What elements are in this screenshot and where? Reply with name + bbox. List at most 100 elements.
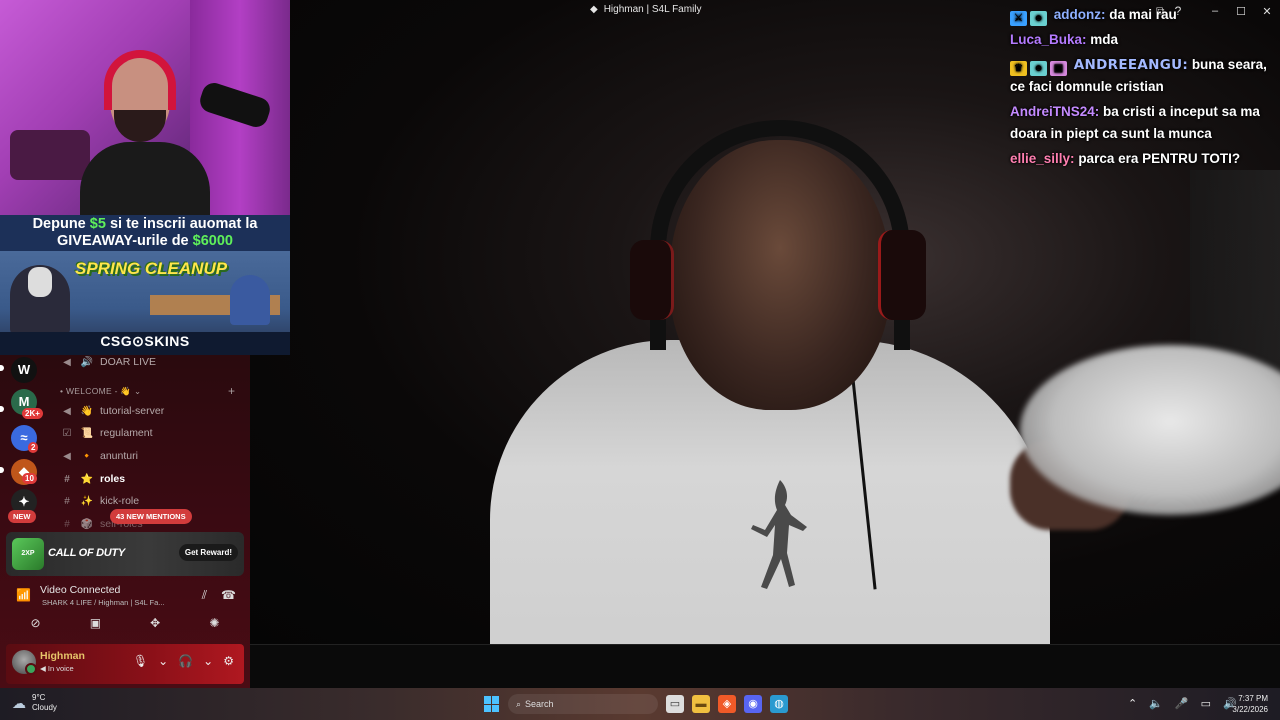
chat-text: da mai rau bbox=[1109, 7, 1177, 22]
avatar[interactable] bbox=[12, 650, 37, 675]
chat-message: ⚔ ☻ addonz: da mai rau bbox=[1010, 4, 1278, 26]
discord-sidebar: W M 2K+ ≈ 2 ◆ 10 ✦ NEW ◀ 🔊 DOAR LIVE • W… bbox=[0, 355, 250, 688]
taskbar: ☁ 9°C Cloudy ⌕ Search ▭ ▬ ◈ ◉ ◍ ⌃ 🔈 🎤 ▭ … bbox=[0, 688, 1280, 720]
gift-icon: ▣ bbox=[1050, 61, 1067, 76]
new-pill[interactable]: NEW bbox=[8, 510, 36, 523]
speaker-icon: 🔊 bbox=[80, 356, 94, 368]
voice-actions: ⊘ ▣ ✥ ✺ bbox=[6, 616, 244, 630]
activities-icon[interactable]: ✥ bbox=[150, 616, 160, 630]
brand-logo: CSG⊙SKINS bbox=[100, 333, 190, 349]
jumpman-logo bbox=[751, 480, 807, 589]
webcam-sofa bbox=[10, 130, 90, 180]
category-welcome[interactable]: • WELCOME - 👋 ⌄ bbox=[60, 386, 141, 397]
discord-icon[interactable]: ◉ bbox=[744, 695, 762, 713]
promo-card[interactable]: 2XP CALL OF DUTY Get Reward! bbox=[6, 532, 244, 576]
user-panel: Highman ◀ In voice 🎙 ⌄ 🎧 ⌄ ⚙ bbox=[6, 644, 244, 684]
chevron-down-icon[interactable]: ⌄ bbox=[203, 654, 213, 668]
chat-username[interactable]: ellie_silly: bbox=[1010, 151, 1075, 166]
chat-username[interactable]: ANDREEANGU: bbox=[1074, 57, 1188, 73]
globe-icon[interactable]: ◍ bbox=[770, 695, 788, 713]
task-view-icon[interactable]: ▭ bbox=[666, 695, 684, 713]
headphones-icon[interactable]: 🎧 bbox=[178, 654, 193, 668]
chat-message: ♛ ☻ ▣ ANDREEANGU: buna seara, ce faci domn… bbox=[1010, 54, 1278, 98]
webcam-person-body bbox=[80, 142, 210, 215]
disconnect-icon[interactable]: ☎ bbox=[221, 588, 236, 603]
double-xp-badge: 2XP bbox=[12, 538, 44, 570]
voice-location[interactable]: SHARK 4 LIFE / Highman | S4L Fa... bbox=[42, 598, 187, 607]
camera-off-icon[interactable]: ⊘ bbox=[31, 616, 41, 630]
voice-status: Video Connected bbox=[40, 584, 121, 596]
cloud-icon: ☁ bbox=[12, 694, 26, 711]
user-status: ◀ In voice bbox=[40, 664, 74, 673]
chat-text: mda bbox=[1090, 32, 1119, 47]
add-channel-icon[interactable]: + bbox=[228, 384, 235, 398]
chat-message: ellie_silly: parca era PENTRU TOTI? bbox=[1010, 148, 1278, 170]
chat-text: parca era PENTRU TOTI? bbox=[1078, 151, 1241, 166]
search-icon: ⌕ bbox=[516, 698, 522, 709]
headset-earcup-left bbox=[630, 240, 674, 320]
microphone-icon[interactable]: 🎙 bbox=[133, 654, 148, 668]
start-button[interactable] bbox=[484, 696, 500, 712]
weather-desc: Cloudy bbox=[32, 703, 57, 712]
taskbar-clock[interactable]: 7:37 PM 3/22/2026 bbox=[1232, 693, 1268, 715]
server-icon-w[interactable]: W bbox=[11, 357, 37, 383]
weather-temp: 9°C bbox=[32, 693, 46, 702]
channel-kick-role[interactable]: # ✨ kick-role bbox=[60, 491, 245, 511]
get-reward-button[interactable]: Get Reward! bbox=[178, 544, 238, 561]
giveaway-character-masked bbox=[10, 265, 70, 335]
rules-icon: ☑ bbox=[62, 427, 72, 439]
video-bottom-bar bbox=[250, 644, 1280, 688]
megaphone-icon: ◀ bbox=[63, 356, 71, 368]
channel-regulament[interactable]: ☑ 📜 regulament bbox=[60, 423, 245, 443]
gear-icon[interactable]: ⚙ bbox=[223, 654, 234, 668]
server-badge: 10 bbox=[22, 473, 37, 484]
chevron-up-icon[interactable]: ⌃ bbox=[1128, 697, 1137, 710]
system-tray: ⌃ 🔈 🎤 ▭ 🔊 bbox=[1128, 697, 1237, 710]
server-badge: 2 bbox=[28, 442, 39, 453]
microphone-icon[interactable]: 🎤 bbox=[1175, 697, 1189, 710]
webcam-person bbox=[80, 50, 210, 215]
headset bbox=[650, 120, 910, 350]
volume-icon[interactable]: 🔈 bbox=[1149, 697, 1163, 710]
robot-icon: ☻ bbox=[1030, 11, 1047, 26]
app-icon: ◆ bbox=[590, 4, 598, 15]
giveaway-character-blue bbox=[230, 275, 270, 325]
noise-suppression-icon[interactable]: ⫽ bbox=[202, 588, 207, 603]
voice-connection-panel: 📶 Video Connected SHARK 4 LIFE / Highman… bbox=[6, 580, 244, 640]
soundboard-icon[interactable]: ✺ bbox=[209, 616, 219, 630]
screen: ◆ Highman | S4L Family ⧉ ? – ☐ ✕ ⚔ ☻ addo… bbox=[0, 0, 1280, 720]
hash-icon: # bbox=[64, 473, 70, 485]
new-mentions-pill[interactable]: 43 NEW MENTIONS bbox=[110, 509, 192, 524]
chat-username[interactable]: AndreiTNS24: bbox=[1010, 104, 1099, 119]
monitor-icon[interactable]: ▭ bbox=[1201, 697, 1211, 710]
webcam-headset bbox=[104, 50, 176, 110]
hash-icon: # bbox=[64, 518, 70, 530]
streamer-webcam bbox=[0, 0, 290, 215]
brave-browser-icon[interactable]: ◈ bbox=[718, 695, 736, 713]
unread-pill bbox=[0, 406, 4, 412]
signal-icon[interactable]: 📶 bbox=[16, 588, 31, 602]
file-explorer-icon[interactable]: ▬ bbox=[692, 695, 710, 713]
channel-anunturi[interactable]: ◀ 🔸 anunturi bbox=[60, 446, 245, 466]
promo-title: CALL OF DUTY bbox=[48, 547, 125, 559]
chat-username[interactable]: Luca_Buka: bbox=[1010, 32, 1087, 47]
channel-doar-live[interactable]: ◀ 🔊 DOAR LIVE bbox=[60, 352, 245, 372]
channel-roles[interactable]: # ⭐ roles bbox=[60, 469, 245, 489]
headset-earcup-right bbox=[878, 230, 926, 320]
crown-icon: ♛ bbox=[1010, 61, 1027, 76]
channel-tutorial-server[interactable]: ◀ 👋 tutorial-server bbox=[60, 401, 245, 421]
webcam-person-beard bbox=[114, 110, 166, 142]
window-title: ◆ Highman | S4L Family bbox=[590, 4, 702, 15]
chat-username[interactable]: addonz: bbox=[1054, 7, 1106, 22]
moderator-sword-icon: ⚔ bbox=[1010, 11, 1027, 26]
weather-widget[interactable]: ☁ 9°C Cloudy bbox=[12, 693, 57, 713]
robot-icon: ☻ bbox=[1030, 61, 1047, 76]
megaphone-icon: ◀ bbox=[63, 405, 71, 417]
taskbar-search[interactable]: ⌕ Search bbox=[508, 694, 658, 714]
server-badge: 2K+ bbox=[22, 408, 43, 419]
unread-pill bbox=[0, 365, 4, 371]
chevron-down-icon[interactable]: ⌄ bbox=[158, 654, 168, 668]
screen-share-icon[interactable]: ▣ bbox=[90, 616, 101, 630]
chat-message: Luca_Buka: mda bbox=[1010, 29, 1278, 51]
user-name[interactable]: Highman bbox=[40, 650, 85, 662]
